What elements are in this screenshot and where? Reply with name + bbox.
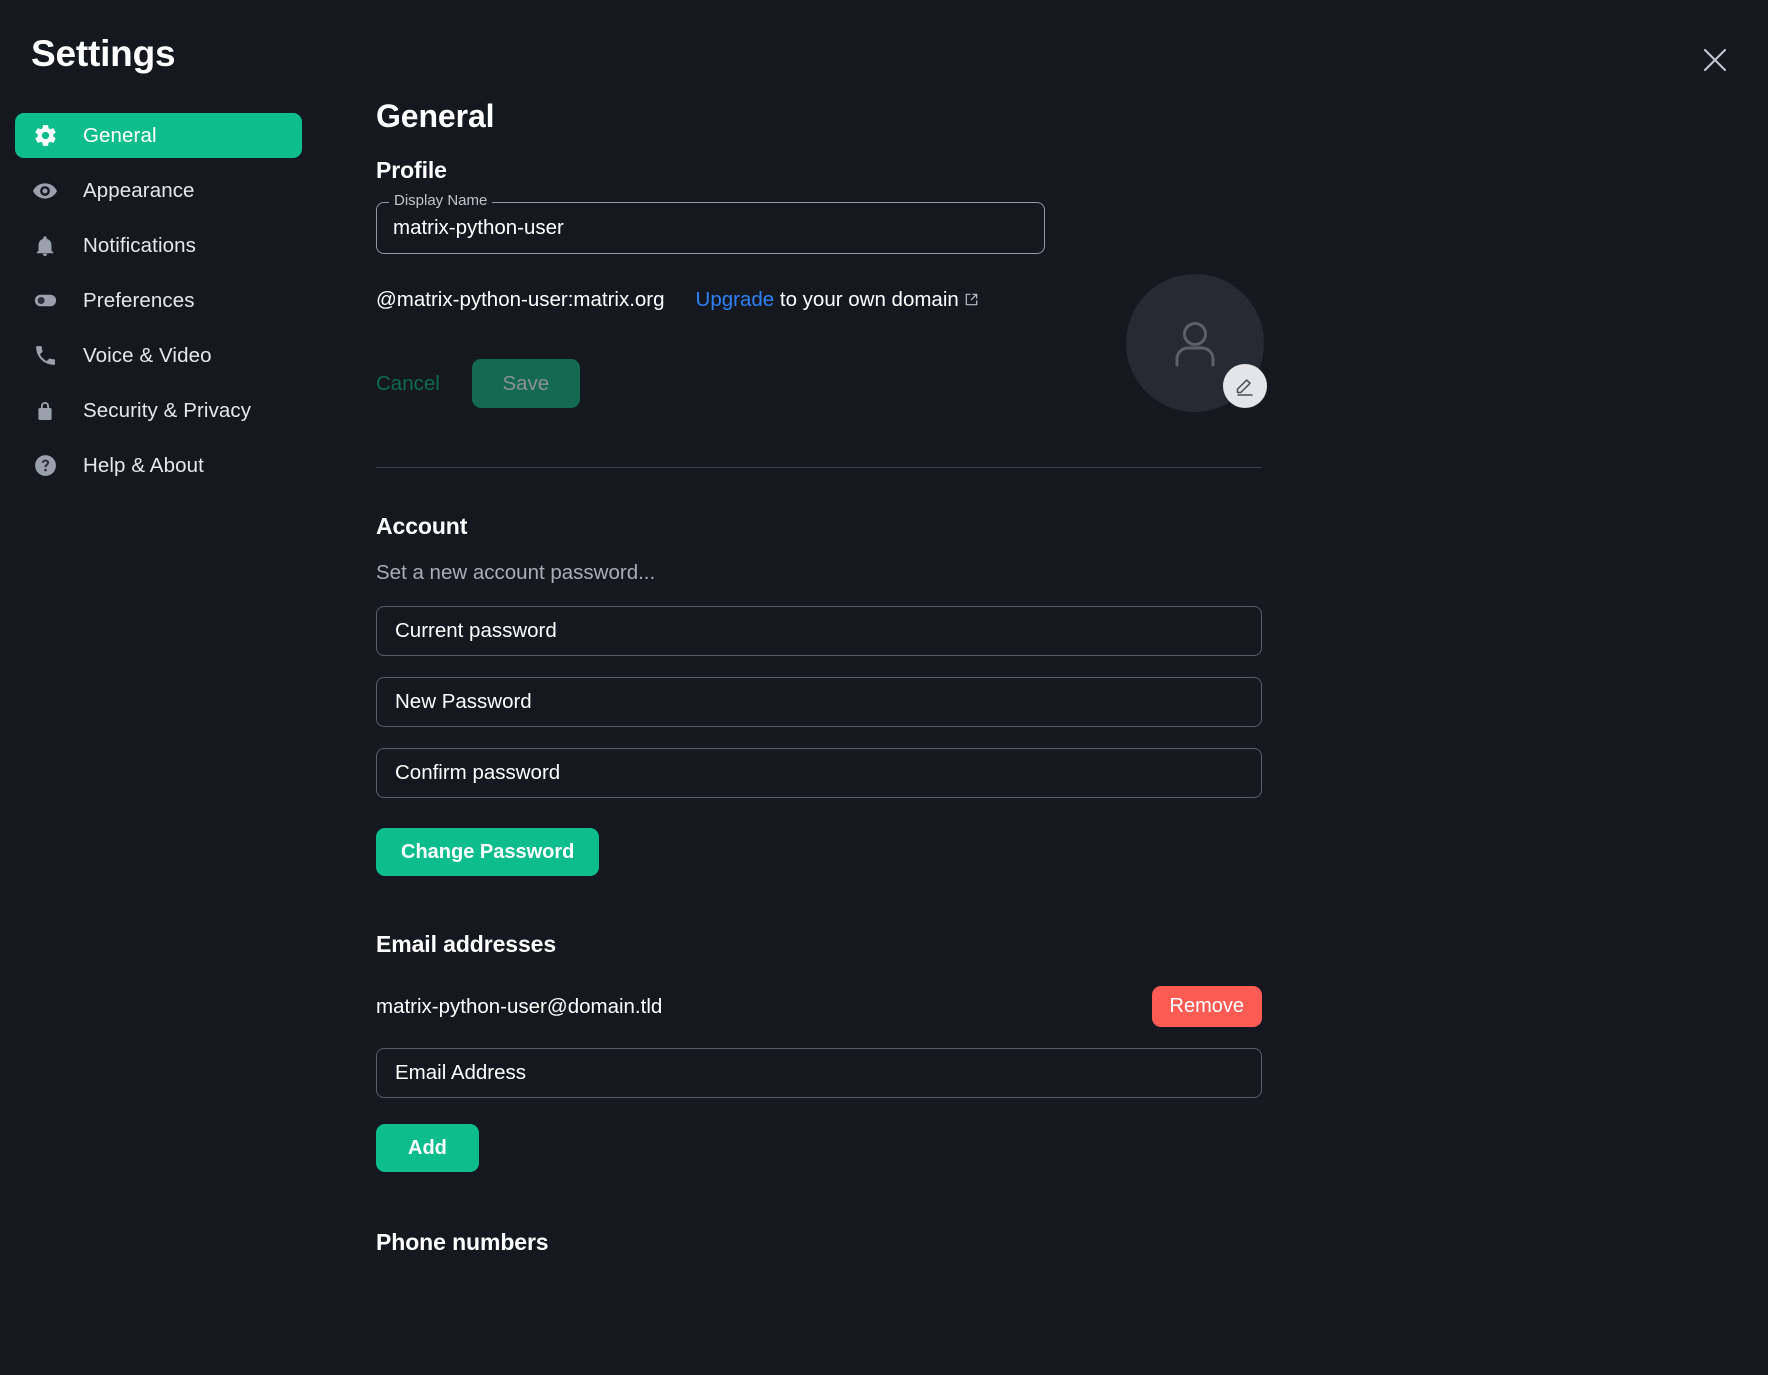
sidebar-item-help-about[interactable]: Help & About (15, 443, 302, 488)
eye-icon (29, 178, 61, 204)
change-password-button[interactable]: Change Password (376, 828, 599, 876)
display-name-outline (376, 202, 1045, 254)
profile-heading: Profile (376, 157, 1736, 184)
sidebar-item-label: Appearance (83, 179, 195, 203)
upgrade-link[interactable]: Upgrade (696, 288, 775, 311)
sidebar-item-label: Notifications (83, 234, 196, 258)
settings-content: General Profile Display Name @matrix-pyt… (376, 98, 1736, 1256)
profile-section: Profile Display Name @matrix-python-user… (376, 157, 1736, 468)
bell-icon (29, 234, 61, 258)
section-divider (376, 467, 1262, 468)
sidebar-item-general[interactable]: General (15, 113, 302, 158)
remove-email-button[interactable]: Remove (1152, 986, 1262, 1027)
email-address-input[interactable] (376, 1048, 1262, 1098)
profile-row: Display Name @matrix-python-user:matrix.… (376, 202, 1262, 408)
add-email-button[interactable]: Add (376, 1124, 479, 1172)
phone-heading: Phone numbers (376, 1229, 1736, 1256)
pencil-edit-icon[interactable] (1223, 364, 1267, 408)
sidebar-item-preferences[interactable]: Preferences (15, 278, 302, 323)
question-mark-icon (29, 453, 61, 478)
account-heading: Account (376, 513, 1736, 540)
sidebar-item-label: General (83, 124, 157, 148)
sidebar-item-security-privacy[interactable]: Security & Privacy (15, 388, 302, 433)
settings-title: Settings (31, 33, 175, 75)
phone-icon (29, 343, 61, 368)
display-name-input[interactable] (393, 216, 1028, 240)
upgrade-suffix: to your own domain (780, 288, 959, 311)
matrix-id-line: @matrix-python-user:matrix.org Upgrade to… (376, 285, 1016, 316)
confirm-password-input[interactable] (376, 748, 1262, 798)
settings-dialog: Settings General Appearance (0, 0, 1768, 1375)
display-name-field-wrap: Display Name (376, 202, 1045, 254)
matrix-id-text: @matrix-python-user:matrix.org (376, 288, 665, 311)
email-row: matrix-python-user@domain.tld Remove (376, 986, 1262, 1027)
sidebar-item-label: Preferences (83, 289, 195, 313)
account-section: Account Set a new account password... Ch… (376, 513, 1736, 876)
current-password-input[interactable] (376, 606, 1262, 656)
gear-icon (29, 123, 61, 148)
avatar-block[interactable] (1126, 274, 1264, 412)
lock-icon (29, 399, 61, 423)
sidebar-item-label: Help & About (83, 454, 204, 478)
toggle-icon (29, 287, 61, 314)
settings-sidebar: General Appearance Notifications (15, 113, 315, 498)
cancel-button[interactable]: Cancel (376, 372, 472, 396)
account-description: Set a new account password... (376, 561, 1736, 585)
save-button[interactable]: Save (472, 359, 580, 408)
new-password-input[interactable] (376, 677, 1262, 727)
display-name-label: Display Name (389, 192, 492, 209)
email-address-value: matrix-python-user@domain.tld (376, 995, 662, 1019)
email-heading: Email addresses (376, 931, 1736, 958)
email-addresses-section: Email addresses matrix-python-user@domai… (376, 931, 1736, 1172)
sidebar-item-label: Voice & Video (83, 344, 212, 368)
sidebar-item-label: Security & Privacy (83, 399, 251, 423)
close-icon[interactable] (1689, 34, 1741, 86)
external-link-icon (963, 287, 980, 316)
sidebar-item-notifications[interactable]: Notifications (15, 223, 302, 268)
phone-numbers-section: Phone numbers (376, 1229, 1736, 1256)
sidebar-item-voice-video[interactable]: Voice & Video (15, 333, 302, 378)
sidebar-item-appearance[interactable]: Appearance (15, 168, 302, 213)
page-title: General (376, 98, 1736, 135)
